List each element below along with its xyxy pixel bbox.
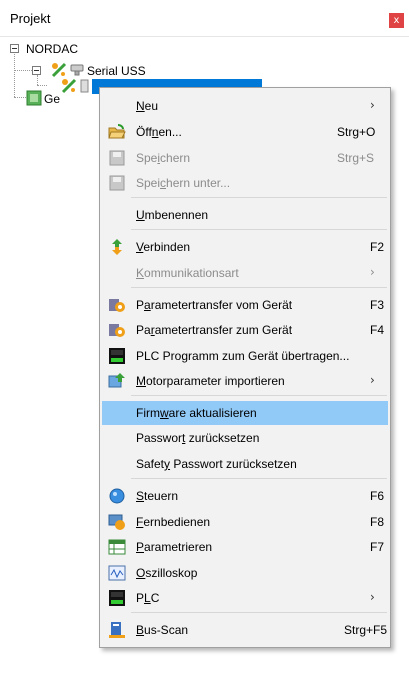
menu-item-label: Kommunikationsart: [136, 266, 239, 280]
menu-item[interactable]: Bus-Scan Strg+F5: [102, 618, 388, 642]
menu-item-label: Fernbedienen: [136, 515, 211, 529]
menu-item-label: Neu: [136, 99, 159, 113]
menu-item[interactable]: Umbenennen: [102, 203, 388, 227]
menu-item-label: PLC Programm zum Gerät übertragen...: [136, 349, 350, 363]
connect-icon: [112, 239, 122, 255]
menu-separator: [131, 478, 387, 479]
menu-item[interactable]: Motorparameter importieren ›: [102, 369, 388, 393]
menu-item[interactable]: PLC ›: [102, 586, 388, 610]
plc-icon: [109, 590, 125, 606]
menu-item-shortcut: Strg+S: [337, 151, 375, 165]
close-icon: x: [393, 15, 400, 26]
menu-item-label: Passwort zurücksetzen: [136, 431, 260, 445]
menu-item[interactable]: Neu ›: [102, 94, 388, 118]
close-button[interactable]: x: [389, 13, 404, 28]
menu-item-label: Steuern: [136, 489, 179, 503]
submenu-arrow-icon: ›: [370, 98, 375, 112]
menu-item-shortcut: F2: [370, 240, 385, 254]
menu-item[interactable]: Parametrieren F7: [102, 535, 388, 559]
submenu-arrow-icon: ›: [370, 265, 375, 279]
menu-item[interactable]: Steuern F6: [102, 484, 388, 508]
menu-item-label: Speichern: [136, 151, 191, 165]
menu-item-label: Umbenennen: [136, 208, 209, 222]
context-menu: Neu › Öffnen... Strg+O Speichern Strg+S Speich…: [99, 87, 391, 648]
menu-item-label: Verbinden: [136, 240, 191, 254]
tree-node-serial-uss[interactable]: Serial USS: [87, 64, 146, 78]
menu-item-label: Parametertransfer vom Gerät: [136, 298, 293, 312]
menu-item[interactable]: Parametertransfer zum Gerät F4: [102, 318, 388, 342]
menu-item[interactable]: Öffnen... Strg+O: [102, 120, 388, 144]
motor-import-icon: [108, 373, 125, 388]
menu-separator: [131, 612, 387, 613]
menu-item-shortcut: F8: [370, 515, 385, 529]
control-icon: [109, 488, 125, 504]
tree-line: [37, 85, 47, 86]
menu-item[interactable]: Oszilloskop: [102, 561, 388, 585]
menu-item[interactable]: Speichern Strg+S: [102, 146, 388, 170]
menu-item-label: Motorparameter importieren: [136, 374, 285, 388]
param-transfer-from-device-icon: [109, 299, 125, 312]
tree-line: [14, 70, 32, 71]
connection-icon: [51, 62, 67, 78]
bus-scan-icon: [109, 622, 125, 638]
remote-control-icon: [108, 514, 125, 530]
serial-port-icon: [70, 64, 84, 76]
menu-item[interactable]: Speichern unter...: [102, 171, 388, 195]
tree-node-nordac[interactable]: NORDAC: [26, 42, 78, 56]
collapse-serial-uss-toggle[interactable]: [32, 66, 41, 75]
submenu-arrow-icon: ›: [370, 590, 375, 604]
menu-item-label: Bus-Scan: [136, 623, 189, 637]
menu-item-label: Safety Passwort zurücksetzen: [136, 457, 297, 471]
menu-item-label: Oszilloskop: [136, 566, 198, 580]
tree-line: [37, 75, 38, 85]
menu-separator: [131, 395, 387, 396]
menu-item-label: Speichern unter...: [136, 176, 231, 190]
collapse-root-toggle[interactable]: [10, 44, 19, 53]
save-as-icon: [109, 175, 125, 191]
menu-separator: [131, 197, 387, 198]
folder-open-icon: [108, 124, 126, 139]
connection-icon: [61, 78, 77, 94]
menu-separator: [131, 287, 387, 288]
menu-item-shortcut: F7: [370, 540, 385, 554]
menu-item-label: PLC: [136, 591, 160, 605]
menu-item-shortcut: Strg+F5: [344, 623, 388, 637]
menu-item-label: Parametertransfer zum Gerät: [136, 323, 293, 337]
param-transfer-to-device-icon: [109, 324, 125, 337]
menu-item-shortcut: F6: [370, 489, 385, 503]
oscilloscope-icon: [108, 565, 126, 581]
menu-item-shortcut: Strg+O: [337, 125, 376, 139]
menu-item[interactable]: Firmware aktualisieren: [102, 401, 388, 425]
menu-item[interactable]: Safety Passwort zurücksetzen: [102, 452, 388, 476]
tree-line: [14, 52, 15, 97]
tree-line: [14, 97, 26, 98]
menu-item-shortcut: F4: [370, 323, 385, 337]
menu-item[interactable]: Verbinden F2: [102, 235, 388, 259]
panel-title: Projekt: [10, 11, 51, 26]
parameterize-icon: [108, 539, 126, 555]
menu-item[interactable]: Passwort zurücksetzen: [102, 426, 388, 450]
menu-item[interactable]: Parametertransfer vom Gerät F3: [102, 293, 388, 317]
device-group-icon: [26, 90, 42, 106]
plc-program-icon: [109, 348, 125, 364]
panel-header: Projekt x: [0, 0, 409, 36]
menu-separator: [131, 229, 387, 230]
menu-item-shortcut: F3: [370, 298, 385, 312]
device-icon: [80, 79, 89, 93]
menu-item[interactable]: Kommunikationsart ›: [102, 261, 388, 285]
menu-item-label: Öffnen...: [136, 125, 182, 139]
menu-item-label: Firmware aktualisieren: [136, 406, 257, 420]
save-icon: [109, 150, 125, 166]
tree-node-device[interactable]: Ge: [44, 92, 60, 106]
submenu-arrow-icon: ›: [370, 373, 375, 387]
menu-item-label: Parametrieren: [136, 540, 213, 554]
menu-item[interactable]: Fernbedienen F8: [102, 510, 388, 534]
menu-item[interactable]: PLC Programm zum Gerät übertragen...: [102, 344, 388, 368]
